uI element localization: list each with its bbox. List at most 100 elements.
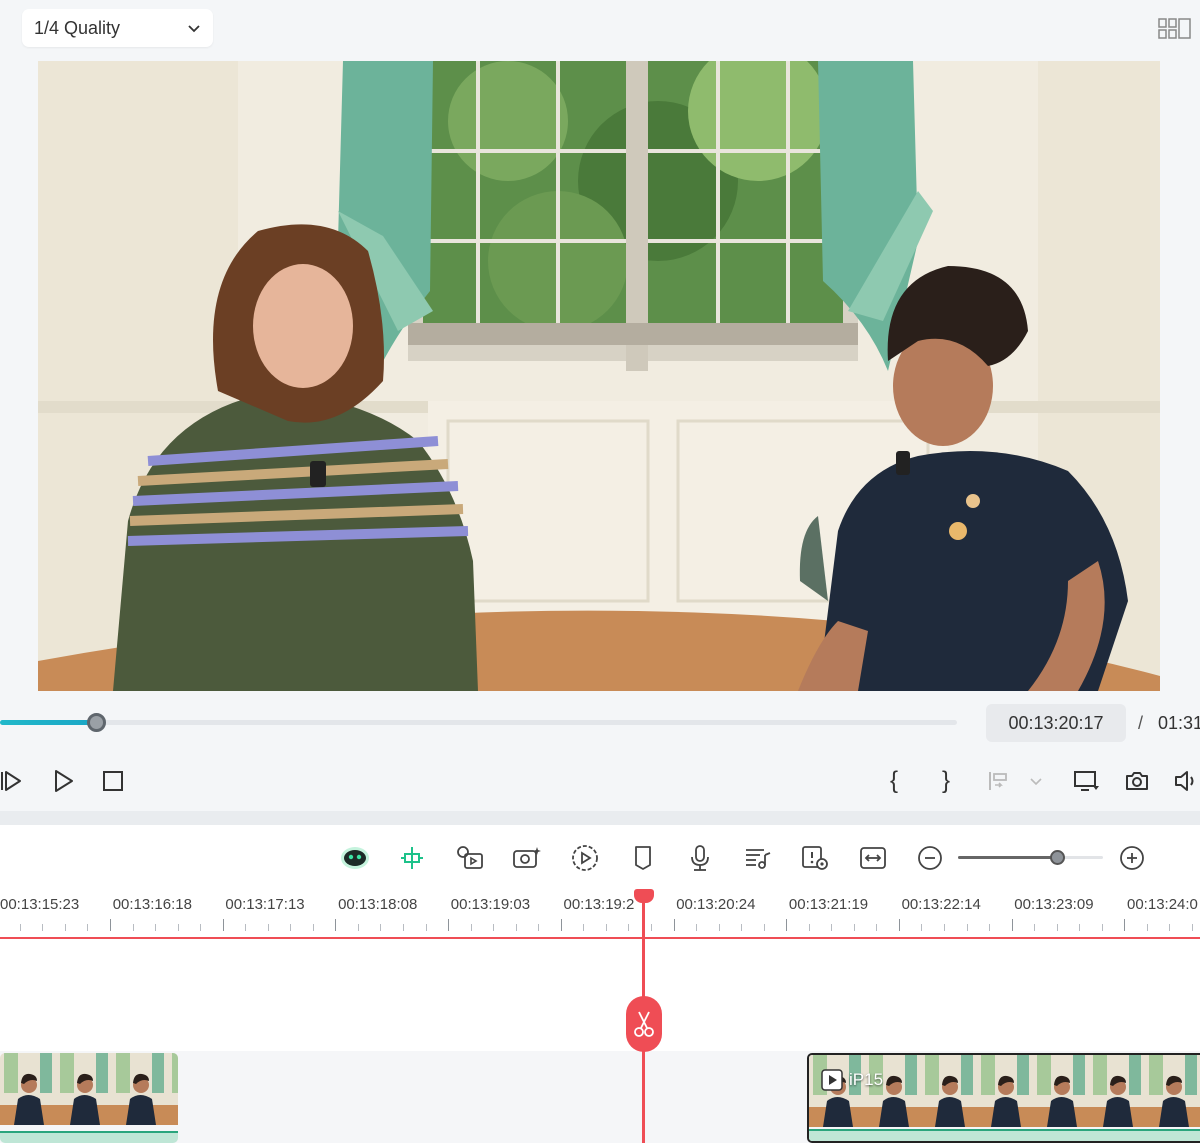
record-voiceover-icon (691, 845, 709, 871)
stop-icon (103, 771, 123, 791)
ruler-tick (155, 924, 157, 931)
ruler-tick (403, 924, 405, 931)
timeline-toolbar (0, 825, 1200, 891)
audio-stretch-button[interactable] (743, 843, 773, 873)
ruler-tick (943, 924, 945, 931)
ruler-tick (515, 924, 517, 931)
ruler-label: 00:13:20:24 (676, 896, 756, 913)
ruler-tick (538, 924, 540, 931)
video-clip-right[interactable]: iP15 (807, 1053, 1200, 1143)
clip-thumbnail (0, 1053, 56, 1125)
preview-topbar: 1/4 Quality (0, 0, 1200, 60)
ruler-tick (763, 924, 765, 931)
ai-copilot-button[interactable] (340, 843, 370, 873)
ruler-tick (560, 919, 562, 931)
ruler-tick (132, 924, 134, 931)
ruler-tick (64, 924, 66, 931)
video-clip-icon (821, 1069, 843, 1091)
mark-in-button[interactable]: { (884, 767, 904, 794)
progress-track[interactable] (0, 720, 957, 725)
ruler-label: 00:13:22:14 (901, 896, 981, 913)
mark-in-icon: { (889, 767, 898, 794)
ruler-tick (267, 924, 269, 931)
video-clip-left[interactable] (0, 1053, 178, 1143)
clip-thumbnail (168, 1053, 178, 1125)
record-voiceover-button[interactable] (685, 843, 715, 873)
total-time: 01:31 (1158, 713, 1200, 733)
ruler-tick (853, 924, 855, 931)
timeline-ruler[interactable]: 00:13:15:23 00:13:16:18 00:13:17:13 00:13:1… (0, 891, 1200, 939)
clip-thumbnail (112, 1053, 168, 1125)
ruler-tick (1011, 919, 1013, 931)
ruler-tick (110, 919, 111, 931)
zoom-in-icon (1120, 846, 1144, 870)
play-button[interactable] (52, 769, 76, 793)
clip-audio-wave (809, 1129, 1200, 1141)
grid-layout-icon[interactable] (1158, 18, 1192, 40)
mark-out-button[interactable]: } (936, 767, 956, 794)
ai-video-button[interactable] (512, 843, 542, 873)
ruler-tick (1191, 924, 1193, 931)
speed-icon (572, 845, 598, 871)
mark-out-icon: } (941, 767, 950, 794)
ruler-tick (177, 924, 179, 931)
display-settings-button[interactable] (1072, 769, 1102, 793)
ruler-tick (19, 924, 21, 931)
ruler-tick (876, 924, 878, 931)
playhead-handle[interactable] (634, 889, 654, 903)
volume-button[interactable] (1174, 769, 1200, 793)
ruler-label: 00:13:21:19 (788, 896, 869, 913)
ruler-tick (673, 919, 675, 931)
current-time[interactable]: 00:13:20:17 (986, 704, 1126, 742)
timeline-tracks[interactable]: iP15 (0, 939, 1200, 1143)
ruler-tick (628, 924, 630, 931)
split-button[interactable] (626, 996, 662, 1052)
ruler-tick (808, 924, 810, 931)
clip-thumbnail (1145, 1055, 1200, 1127)
panel-divider[interactable] (0, 811, 1200, 825)
ruler-tick (989, 924, 991, 931)
zoom-slider-handle[interactable] (1050, 850, 1065, 865)
ruler-tick (42, 924, 44, 931)
video-preview[interactable] (38, 61, 1160, 691)
ruler-tick (898, 919, 900, 931)
scissors-icon (634, 1011, 654, 1037)
marker-button[interactable] (628, 843, 658, 873)
stop-button[interactable] (101, 769, 125, 793)
ai-video-icon (513, 847, 541, 868)
auto-reframe-button[interactable] (397, 843, 427, 873)
marker-icon (635, 846, 651, 870)
preview-render-button[interactable] (800, 843, 830, 873)
ruler-label: 00:13:15:23 (0, 896, 80, 913)
progress-handle[interactable] (87, 713, 106, 732)
chevron-down-icon (1030, 778, 1042, 786)
quality-dropdown[interactable]: 1/4 Quality (22, 9, 213, 47)
ruler-tick (200, 924, 202, 931)
ruler-tick (831, 924, 833, 931)
play-next-frame-button[interactable] (0, 769, 24, 793)
ruler-tick (605, 924, 607, 931)
ruler-tick (1146, 924, 1148, 931)
clip-thumbnail (921, 1055, 977, 1127)
zoom-out-button[interactable] (915, 843, 945, 873)
text-to-speech-icon (457, 846, 483, 869)
clip-label: iP15 (821, 1069, 883, 1091)
ruler-tick (786, 919, 788, 931)
fit-timeline-button[interactable] (858, 843, 888, 873)
ruler-tick (245, 924, 247, 931)
snapshot-button[interactable] (1124, 769, 1150, 793)
insert-options-dropdown[interactable] (1028, 769, 1044, 793)
insert-clip-button[interactable] (986, 769, 1010, 793)
ruler-tick (222, 919, 224, 931)
text-to-speech-button[interactable] (455, 843, 485, 873)
playback-bar: 00:13:20:17 / 01:31 { } (0, 691, 1200, 811)
ruler-label: 00:13:23:09 (1014, 896, 1094, 913)
speed-button[interactable] (570, 843, 600, 873)
zoom-slider[interactable] (958, 856, 1103, 859)
ruler-tick (335, 919, 337, 931)
zoom-in-button[interactable] (1117, 843, 1147, 873)
ruler-tick (493, 924, 495, 931)
clip-thumbnail (977, 1055, 1033, 1127)
insert-clip-icon (989, 772, 1007, 790)
ai-copilot-icon (341, 847, 369, 869)
